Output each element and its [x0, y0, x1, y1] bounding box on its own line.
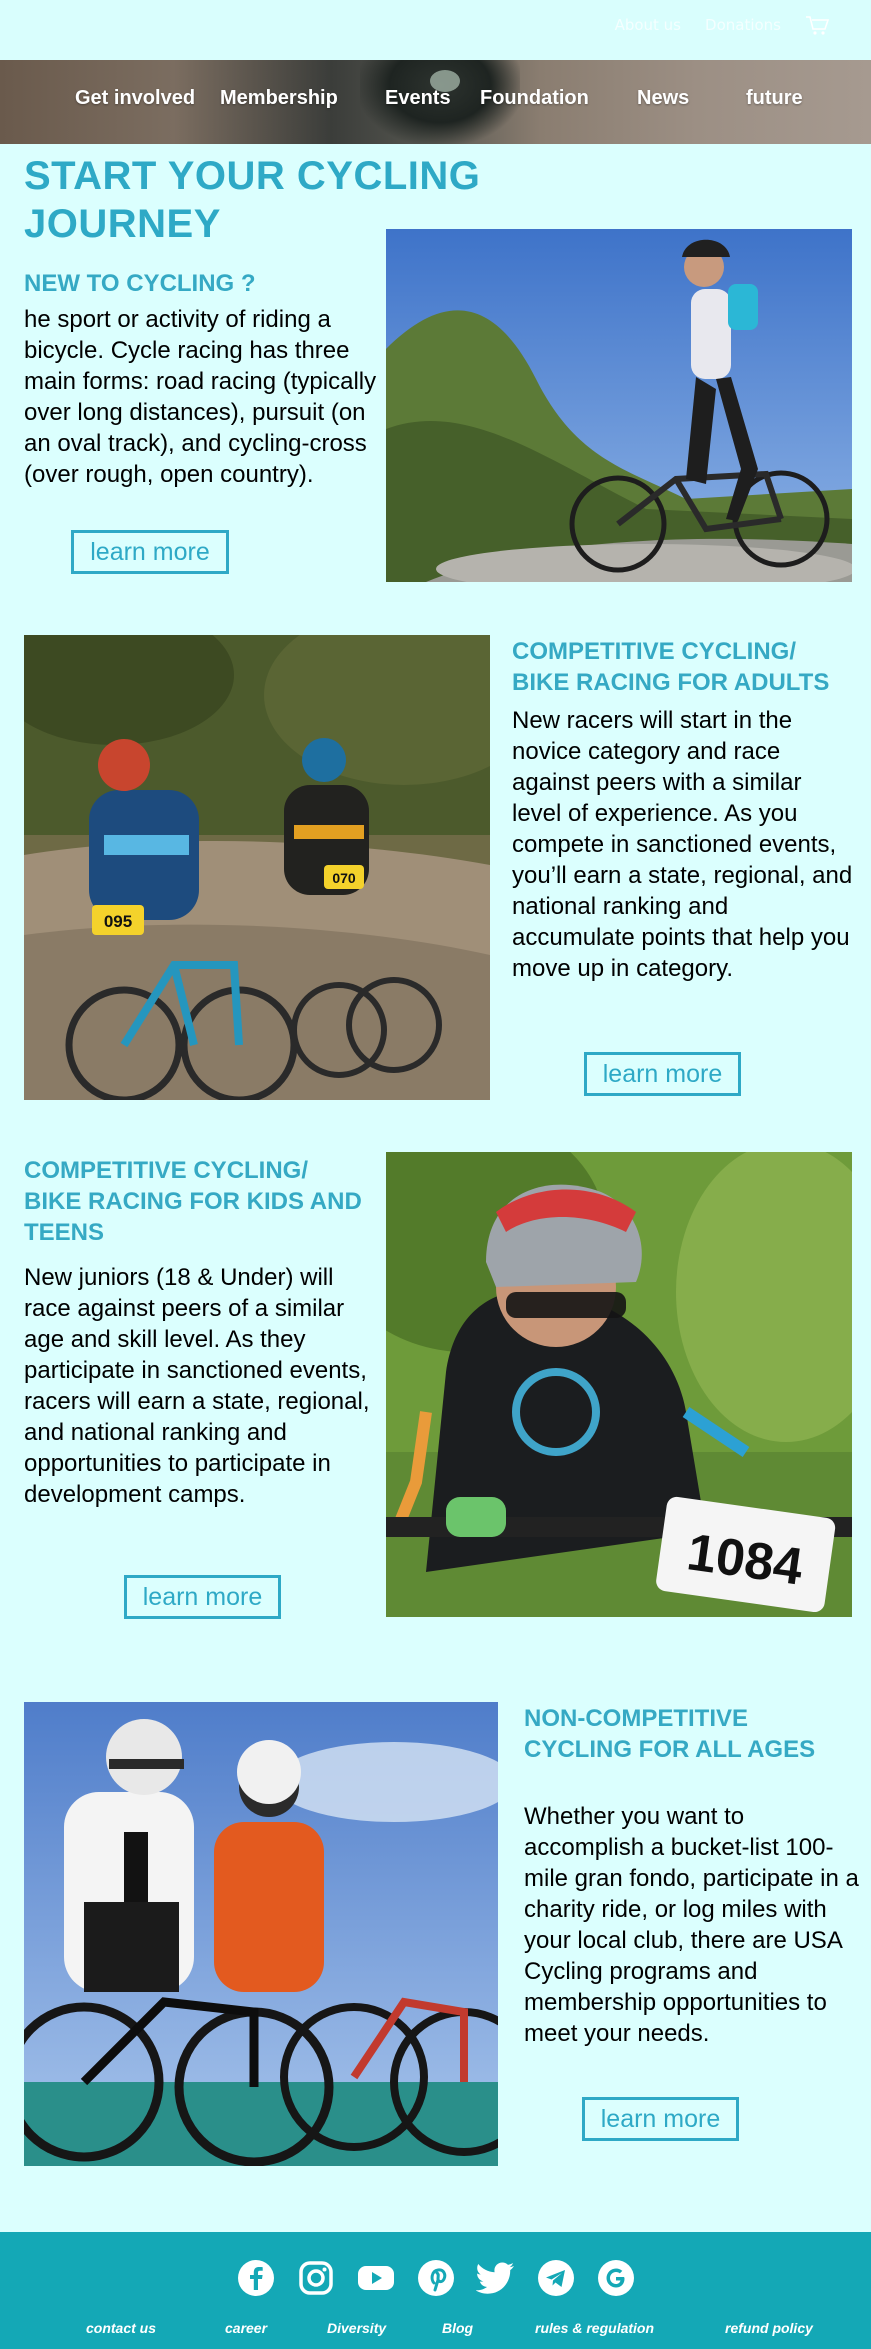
adult-racers-photo: 095 070	[24, 635, 490, 1100]
nav-item-get-involved[interactable]: Get involved	[75, 87, 195, 110]
learn-more-button[interactable]: learn more	[584, 1052, 741, 1096]
about-us-link[interactable]: About us	[615, 16, 681, 34]
donations-link[interactable]: Donations	[705, 16, 781, 34]
road-racers-photo	[24, 1702, 498, 2166]
nav-item-foundation[interactable]: Foundation	[480, 87, 589, 110]
section-text-kids-teens: New juniors (18 & Under) will race again…	[24, 1264, 370, 1508]
junior-racer-photo: 1084	[386, 1152, 852, 1617]
top-links: About us Donations	[615, 14, 831, 36]
bib-number-095: 095	[104, 912, 132, 931]
google-icon[interactable]	[596, 2258, 636, 2298]
learn-more-button[interactable]: learn more	[71, 530, 229, 574]
footer-link-blog[interactable]: Blog	[442, 2320, 473, 2336]
footer-link-contact-us[interactable]: contact us	[86, 2320, 156, 2336]
section-text-non-competitive: Whether you want to accomplish a bucket-…	[524, 1803, 859, 2047]
top-bar: About us Donations	[0, 0, 871, 60]
cart-icon[interactable]	[805, 14, 831, 36]
youtube-icon[interactable]	[356, 2258, 396, 2298]
section-text-adults: New racers will start in the novice cate…	[512, 707, 853, 982]
section-heading-new-to-cycling: NEW TO CYCLING ?	[24, 270, 256, 297]
footer-link-diversity[interactable]: Diversity	[327, 2320, 386, 2336]
section-heading-non-competitive: NON-COMPETITIVE CYCLING FOR ALL AGES	[524, 1705, 816, 1763]
nav-item-membership[interactable]: Membership	[220, 87, 338, 110]
nav-item-news[interactable]: News	[637, 87, 689, 110]
nav-item-future[interactable]: future	[746, 87, 803, 110]
mountain-biker-photo	[386, 229, 852, 582]
footer-links: contact us career Diversity Blog rules &…	[0, 2320, 871, 2340]
learn-more-button[interactable]: learn more	[124, 1575, 281, 1619]
pinterest-icon[interactable]	[416, 2258, 456, 2298]
footer-link-rules-regulation[interactable]: rules & regulation	[535, 2320, 654, 2336]
telegram-icon[interactable]	[536, 2258, 576, 2298]
learn-more-button[interactable]: learn more	[582, 2097, 739, 2141]
social-icons	[236, 2258, 636, 2298]
footer: contact us career Diversity Blog rules &…	[0, 2232, 871, 2349]
facebook-icon[interactable]	[236, 2258, 276, 2298]
footer-link-career[interactable]: career	[225, 2320, 267, 2336]
nav-item-events[interactable]: Events	[385, 87, 451, 110]
section-heading-kids-teens: COMPETITIVE CYCLING/ BIKE RACING FOR KID…	[24, 1157, 362, 1246]
instagram-icon[interactable]	[296, 2258, 336, 2298]
section-text-new-to-cycling: he sport or activity of riding a bicycle…	[24, 306, 377, 488]
section-heading-adults: COMPETITIVE CYCLING/ BIKE RACING FOR ADU…	[512, 638, 830, 696]
footer-link-refund-policy[interactable]: refund policy	[725, 2320, 813, 2336]
twitter-icon[interactable]	[476, 2258, 516, 2298]
bib-number-070: 070	[332, 870, 356, 886]
main-nav: Get involved Membership Events Foundatio…	[0, 60, 871, 144]
